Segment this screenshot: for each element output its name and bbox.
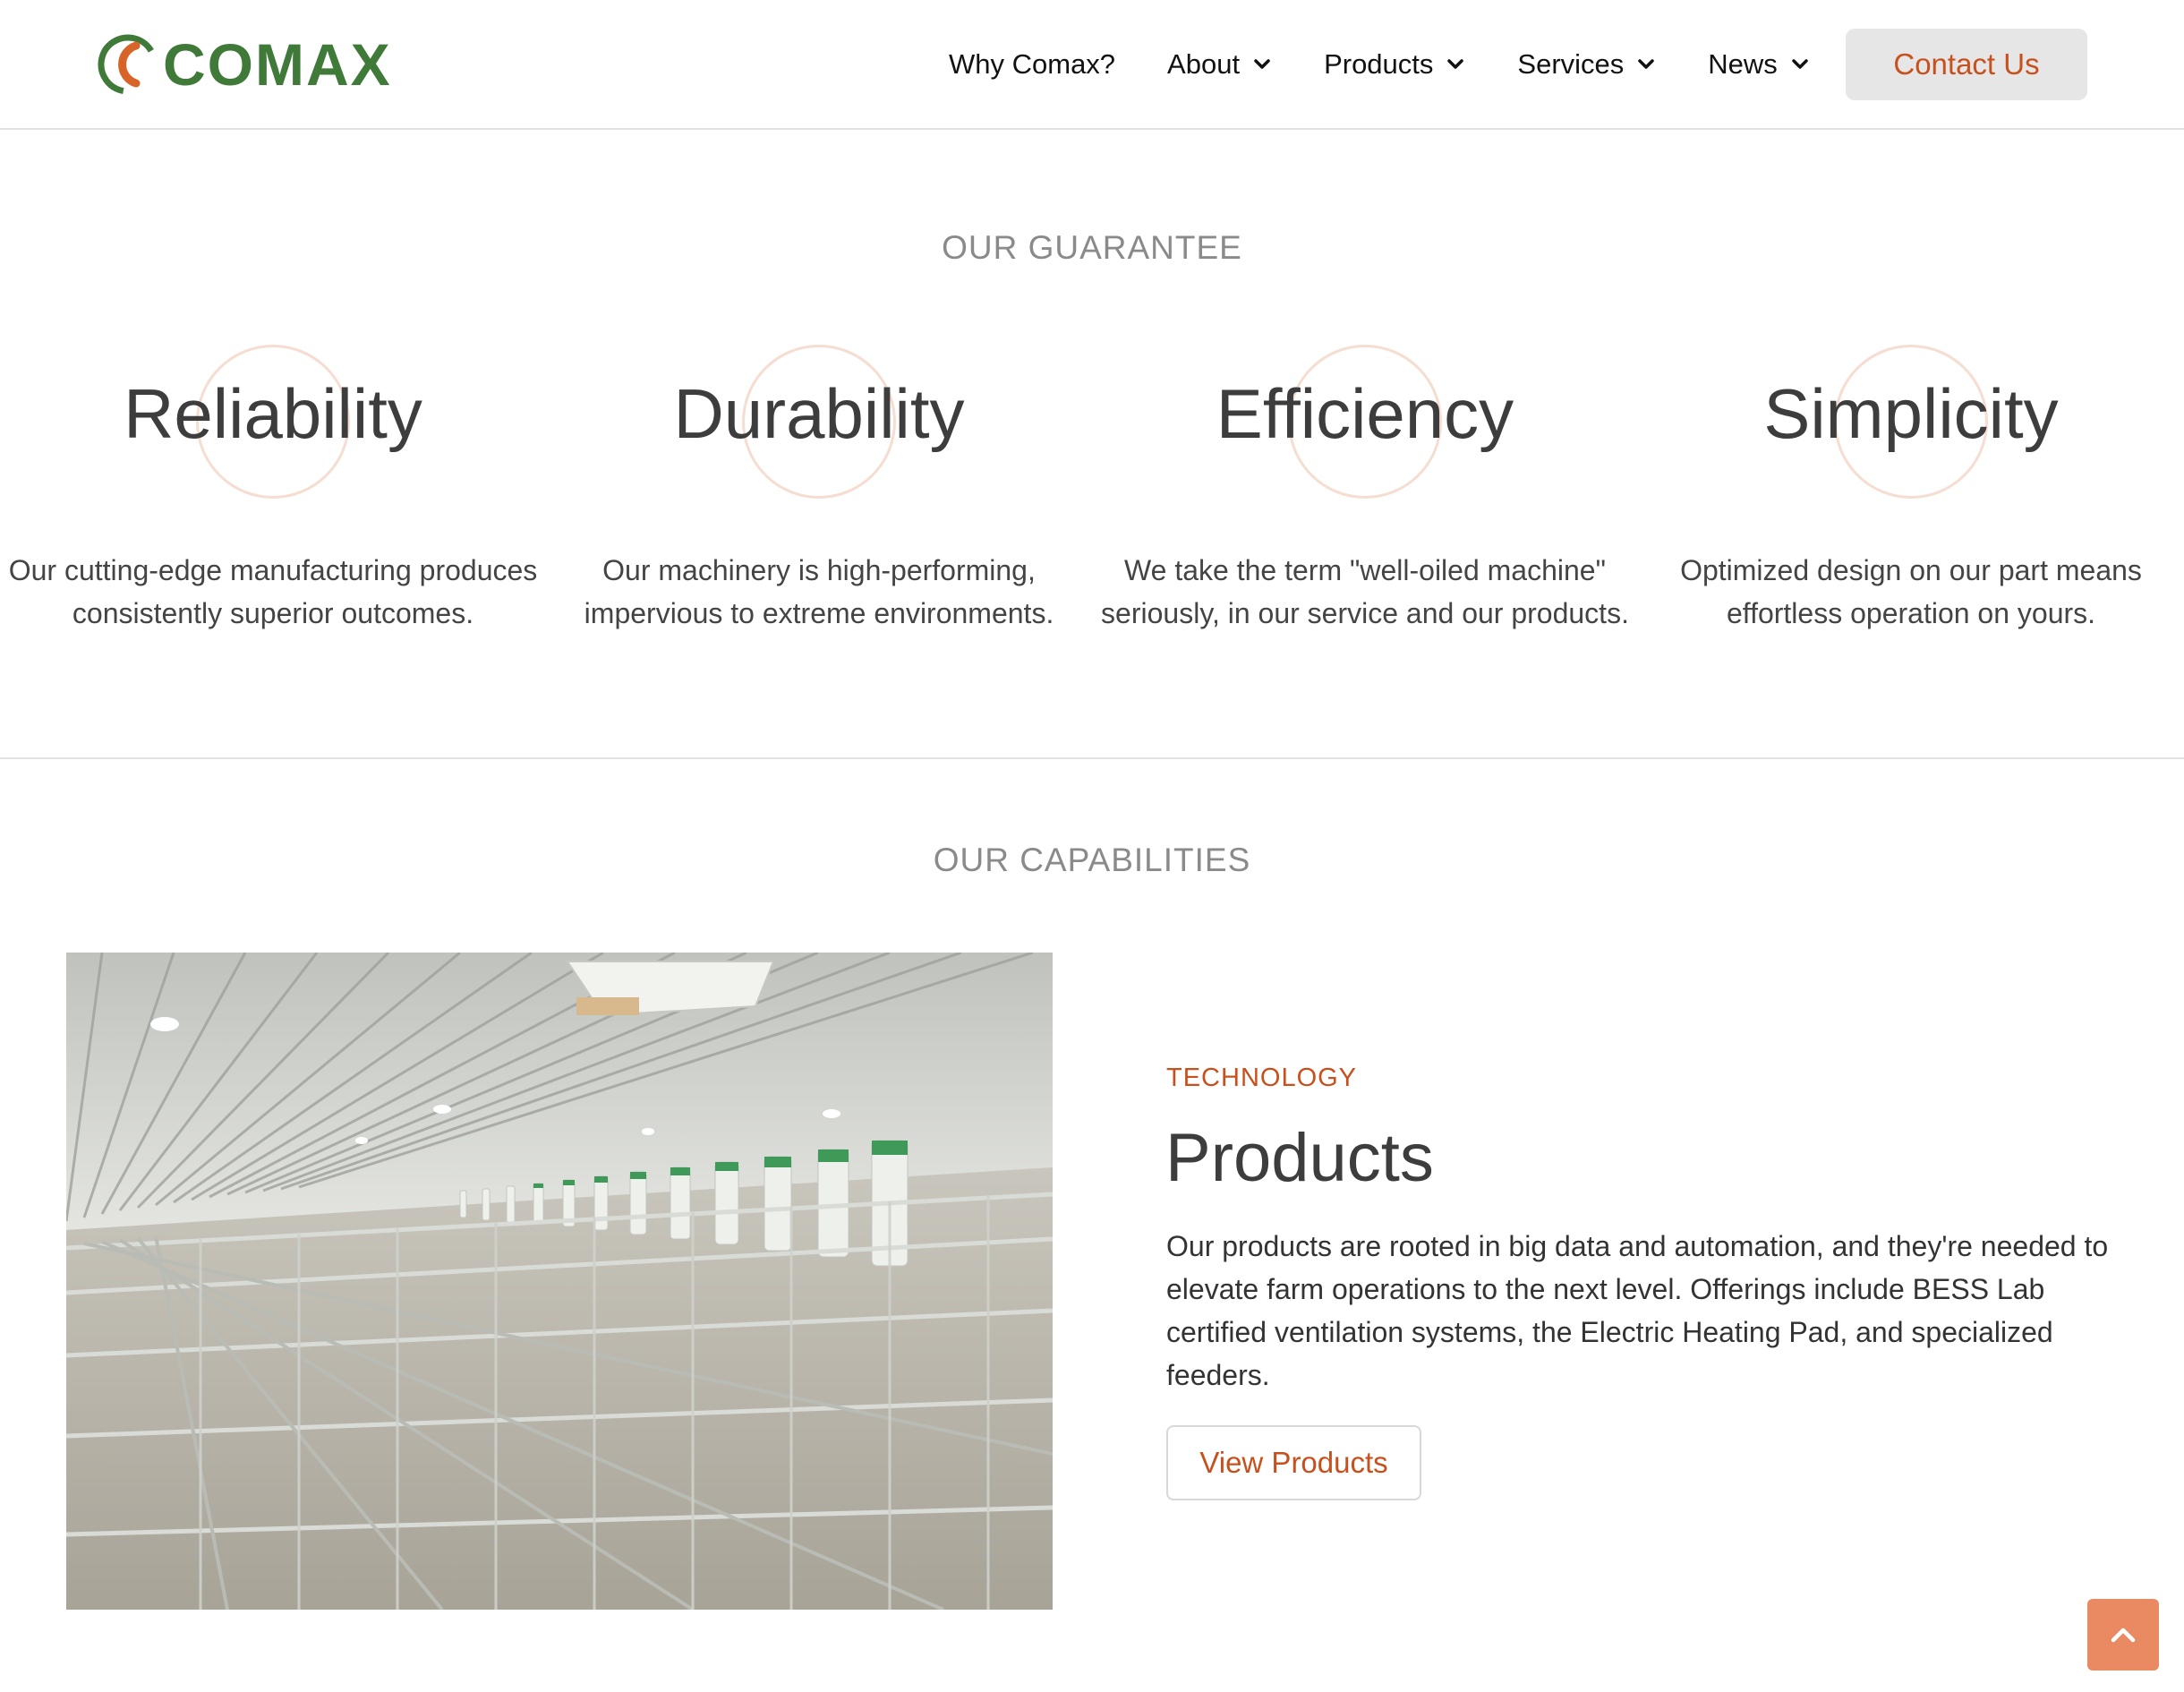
guarantee-desc-line: consistently superior outcomes.	[72, 597, 474, 629]
nav-about-label: About	[1167, 48, 1241, 80]
guarantee-desc-line: We take the term "well-oiled machine"	[1124, 554, 1606, 586]
guarantee-heading: OUR GUARANTEE	[942, 229, 1242, 266]
capabilities-heading: OUR CAPABILITIES	[933, 842, 1251, 878]
nav-products[interactable]: Products	[1324, 48, 1465, 81]
chevron-down-icon	[1447, 59, 1464, 69]
guarantee-desc-line: Our cutting-edge manufacturing produces	[8, 554, 538, 586]
nav-news-label: News	[1708, 48, 1778, 80]
nav-services[interactable]: Services	[1517, 48, 1656, 81]
nav-services-label: Services	[1517, 48, 1625, 80]
main-nav: Why Comax? About Products Services News	[949, 36, 1862, 93]
chevron-down-icon	[1254, 59, 1270, 69]
guarantee-title: Efficiency	[1216, 374, 1514, 453]
nav-why-comax[interactable]: Why Comax?	[949, 48, 1115, 81]
chevron-up-icon	[2111, 1628, 2136, 1643]
contact-us-button[interactable]: Contact Us	[1846, 29, 2087, 100]
guarantee-item-durability: Durability Our machinery is high-perform…	[546, 336, 1092, 658]
guarantee-desc-line: impervious to extreme environments.	[584, 597, 1054, 629]
nav-products-label: Products	[1324, 48, 1434, 80]
guarantee-item-simplicity: Simplicity Optimized design on our part …	[1638, 336, 2184, 658]
technology-label: TECHNOLOGY	[1166, 1064, 1358, 1092]
guarantee-title: Reliability	[124, 374, 422, 453]
guarantee-desc: Our machinery is high-performing, imperv…	[546, 549, 1092, 635]
guarantee-desc-line: Optimized design on our part means	[1680, 554, 2142, 586]
nav-about[interactable]: About	[1167, 48, 1272, 81]
guarantee-item-reliability: Reliability Our cutting-edge manufacturi…	[0, 336, 546, 658]
capability-title: Products	[1165, 1120, 1434, 1196]
guarantee-title: Simplicity	[1763, 374, 2059, 453]
guarantee-title: Durability	[673, 374, 965, 453]
comax-logo[interactable]: COMAX	[97, 32, 392, 97]
nav-news[interactable]: News	[1708, 48, 1810, 81]
guarantee-desc-line: Our machinery is high-performing,	[602, 554, 1036, 586]
site-header: COMAX Why Comax? About Products Services…	[0, 0, 2184, 130]
guarantee-desc: Optimized design on our part means effor…	[1638, 549, 2184, 635]
capability-description: Our products are rooted in big data and …	[1166, 1230, 2109, 1391]
view-products-button[interactable]: View Products	[1166, 1425, 1421, 1500]
logo-text: COMAX	[163, 31, 392, 98]
chevron-down-icon	[1792, 59, 1808, 69]
guarantee-desc-line: effortless operation on yours.	[1726, 597, 2096, 629]
barn-interior-illustration	[66, 953, 1053, 1610]
guarantee-desc-line: seriously, in our service and our produc…	[1101, 597, 1629, 629]
barn-interior-photo	[66, 953, 1053, 1610]
nav-why-comax-label: Why Comax?	[949, 48, 1116, 80]
scroll-to-top-button[interactable]	[2087, 1599, 2159, 1671]
guarantee-desc: Our cutting-edge manufacturing produces …	[0, 549, 546, 635]
guarantee-item-efficiency: Efficiency We take the term "well-oiled …	[1092, 336, 1638, 658]
chevron-down-icon	[1638, 59, 1655, 69]
comax-logo-mark-icon	[98, 34, 158, 95]
section-divider	[0, 757, 2184, 759]
guarantee-desc: We take the term "well-oiled machine" se…	[1092, 549, 1638, 635]
